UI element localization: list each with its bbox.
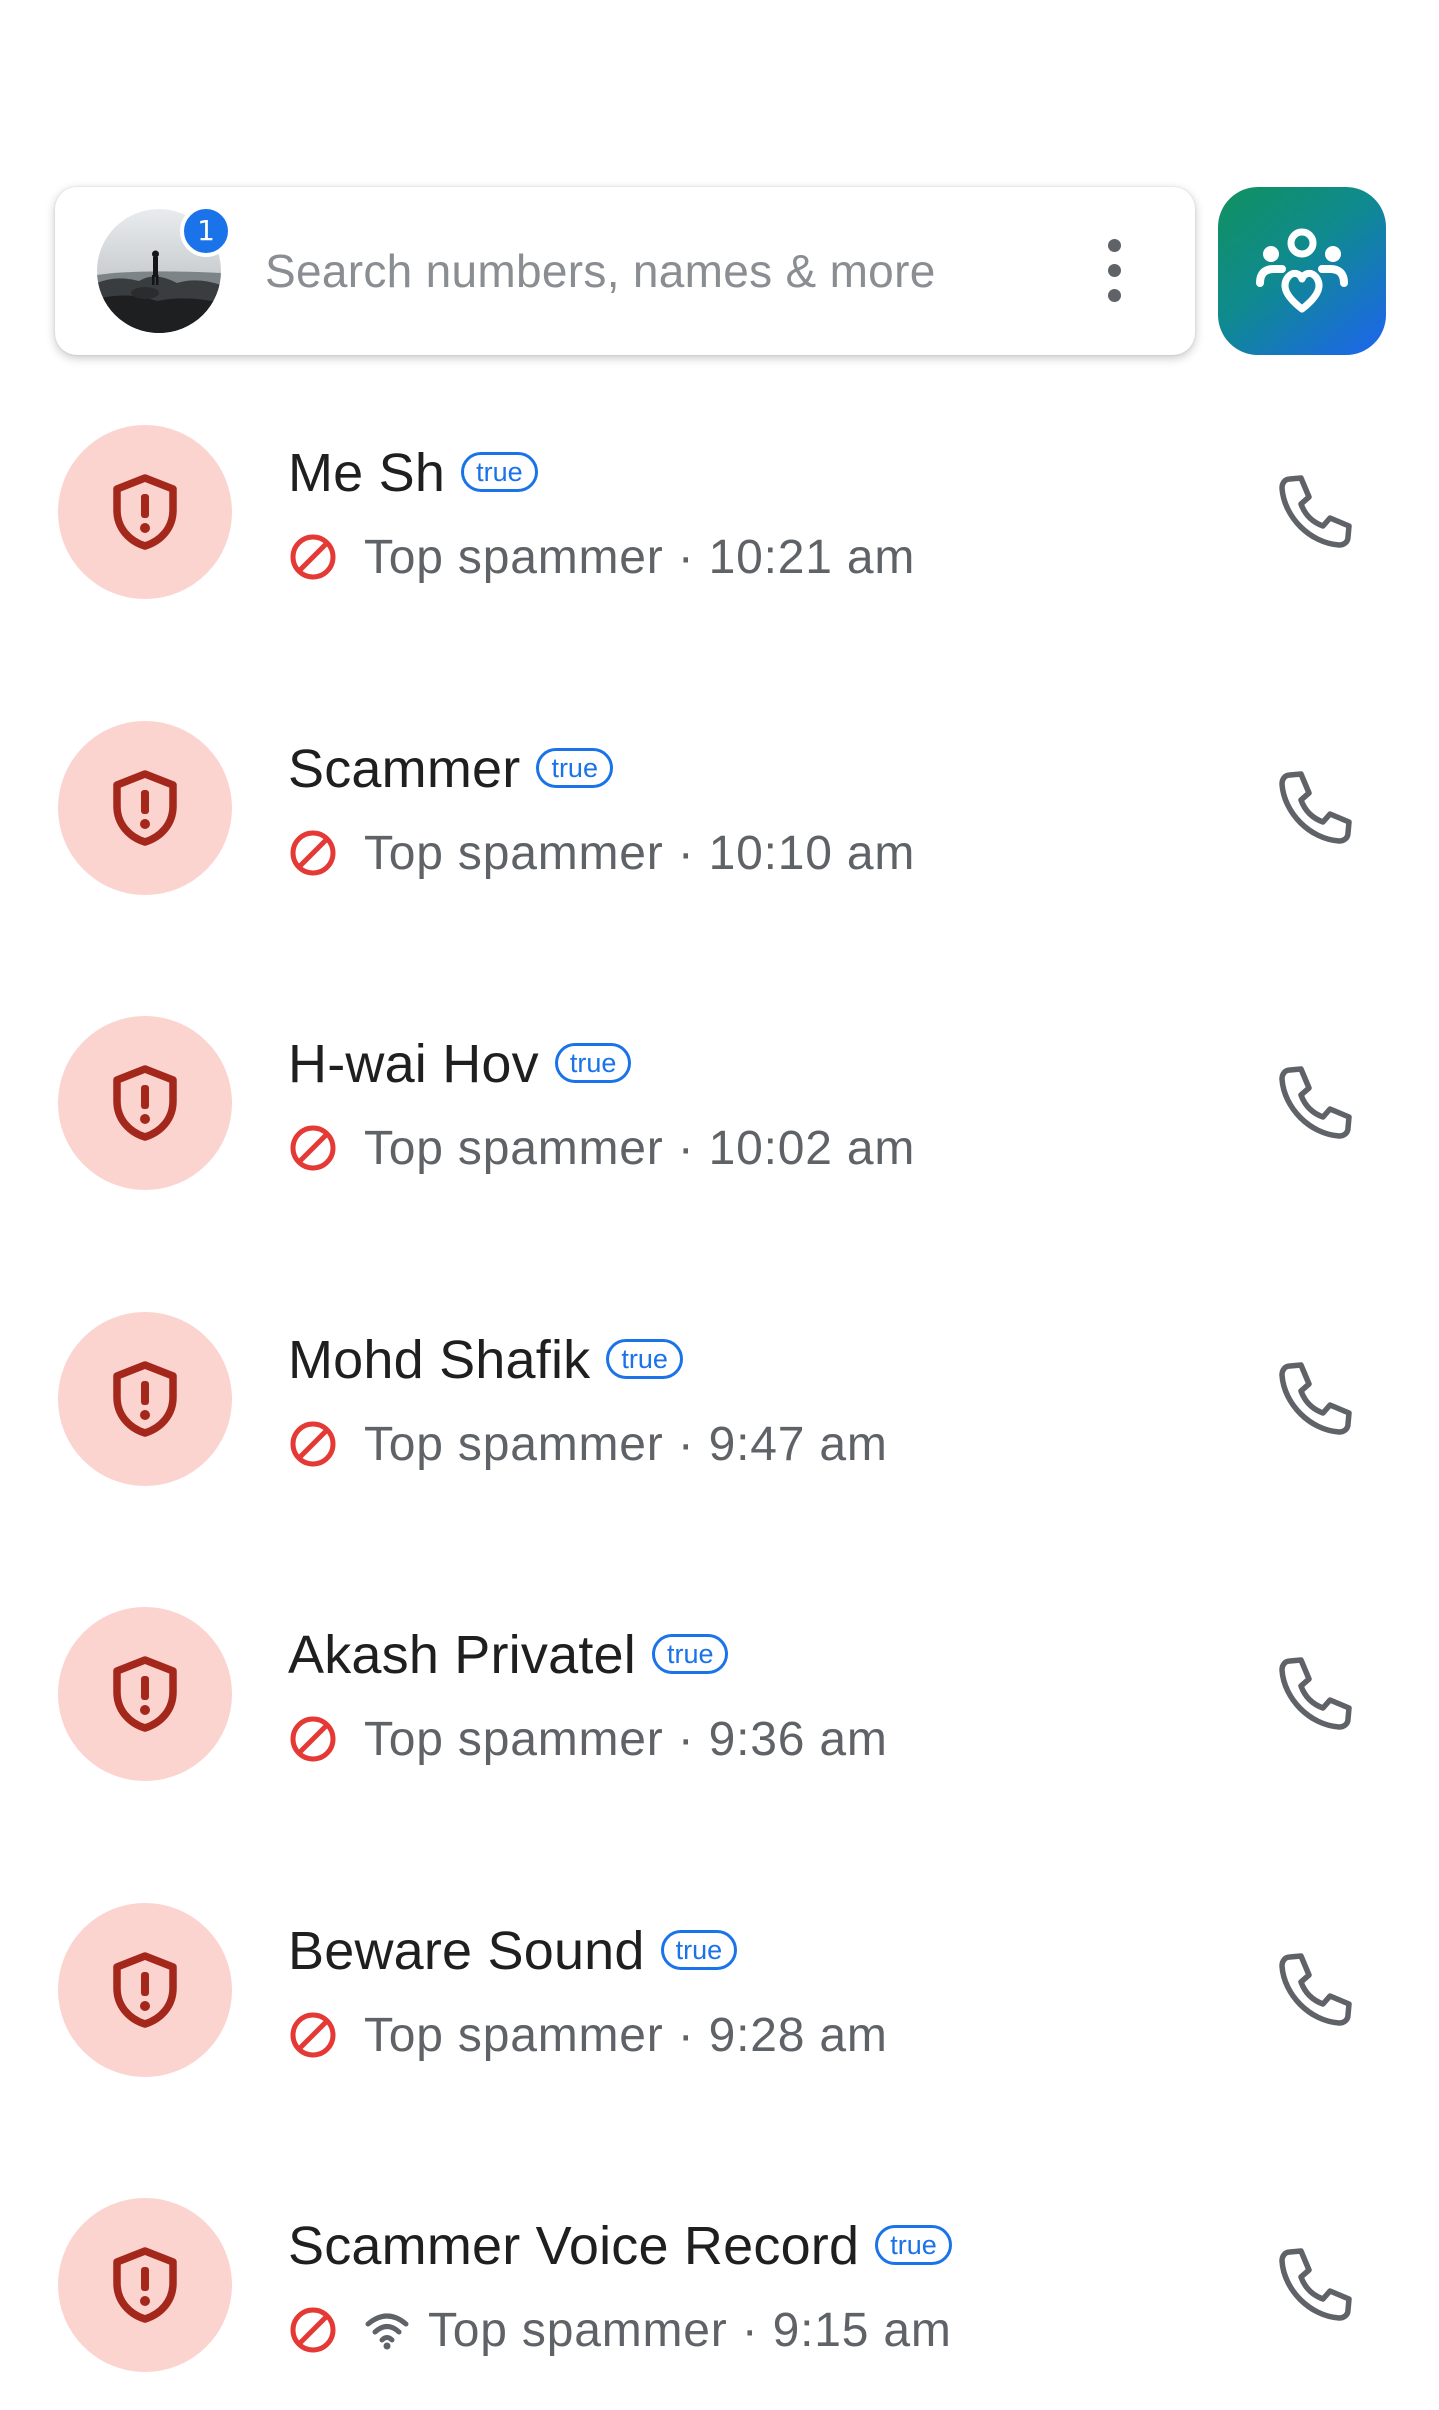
name-line: Scammer true [288,737,613,801]
spam-avatar [58,721,232,895]
true-badge: true [461,452,538,492]
call-button[interactable] [1270,1354,1360,1444]
true-badge: true [606,1339,683,1379]
caller-name: Mohd Shafik [288,1330,591,1390]
call-button[interactable] [1270,1058,1360,1148]
phone-icon [1279,1657,1352,1730]
block-icon [290,1716,336,1762]
status-line: Top spammer · 9:15 am [288,2298,952,2362]
spam-avatar [58,1903,232,2077]
spam-avatar [58,2198,232,2372]
status-line: Top spammer · 10:21 am [288,525,915,589]
call-log-screen: 1 Search numbers, names & more Me Sh tru… [0,0,1439,2410]
phone-icon [1279,475,1352,548]
call-button[interactable] [1270,763,1360,853]
true-badge: true [554,1043,632,1083]
phone-icon [1279,1066,1352,1139]
call-row[interactable]: Scammer Voice Record true Top spammer · … [0,2198,1439,2410]
call-button[interactable] [1270,467,1360,557]
spam-avatar [58,425,232,599]
call-status-text: Top spammer · 9:36 am [364,1712,888,1766]
call-row[interactable]: Scammer true Top spammer · 10:10 am [0,721,1439,1016]
name-line: Beware Sound true [288,1919,738,1983]
spam-avatar [58,1607,232,1781]
call-button[interactable] [1270,1649,1360,1739]
call-status-text: Top spammer · 9:28 am [364,2008,888,2062]
community-icon [1256,228,1348,313]
block-icon [290,534,336,580]
block-icon [290,1125,336,1171]
call-status-text: Top spammer · 9:47 am [364,1417,888,1471]
spam-avatar [58,1312,232,1486]
name-line: H-wai Hov true [288,1032,632,1096]
name-line: Akash Privatel true [288,1623,729,1687]
caller-name: Scammer Voice Record [288,2216,860,2276]
call-row[interactable]: Akash Privatel true Top spammer · 9:36 a… [0,1607,1439,1902]
call-button[interactable] [1270,2240,1360,2330]
block-icon [290,2012,336,2058]
call-status-text: Top spammer · 10:02 am [364,1121,916,1175]
shield-alert-icon [113,1361,177,1437]
true-badge: true [660,1930,738,1970]
caller-name: Akash Privatel [288,1625,636,1685]
status-line: Top spammer · 10:02 am [288,1116,915,1180]
status-line: Top spammer · 9:47 am [288,1412,888,1476]
shield-alert-icon [113,770,177,846]
caller-name: H-wai Hov [288,1034,539,1094]
notification-badge: 1 [180,205,232,257]
status-line: Top spammer · 10:10 am [288,821,915,885]
shield-alert-icon [113,1065,177,1141]
call-status-text: Top spammer · 9:15 am [428,2303,952,2357]
phone-icon [1279,771,1352,844]
name-line: Mohd Shafik true [288,1328,683,1392]
call-status-text: Top spammer · 10:10 am [364,826,916,880]
true-badge: true [536,748,613,788]
caller-name: Beware Sound [288,1921,645,1981]
status-line: Top spammer · 9:28 am [288,2003,888,2067]
call-row[interactable]: Beware Sound true Top spammer · 9:28 am [0,1903,1439,2198]
true-badge: true [875,2225,952,2265]
call-button[interactable] [1270,1945,1360,2035]
phone-icon [1279,1362,1352,1435]
name-line: Me Sh true [288,441,538,505]
caller-name: Me Sh [288,443,446,503]
block-icon [290,1421,336,1467]
name-line: Scammer Voice Record true [288,2214,952,2278]
block-icon [290,830,336,876]
more-options-icon[interactable] [1090,235,1140,307]
shield-alert-icon [113,1656,177,1732]
phone-icon [1279,2248,1352,2321]
search-placeholder[interactable]: Search numbers, names & more [265,187,936,355]
community-button[interactable] [1218,187,1386,355]
block-icon [290,2307,336,2353]
true-badge: true [651,1634,729,1674]
spam-avatar [58,1016,232,1190]
shield-alert-icon [113,474,177,550]
search-bar[interactable]: 1 Search numbers, names & more [55,187,1195,355]
call-row[interactable]: H-wai Hov true Top spammer · 10:02 am [0,1016,1439,1311]
shield-alert-icon [113,1952,177,2028]
call-row[interactable]: Me Sh true Top spammer · 10:21 am [0,425,1439,720]
call-status-text: Top spammer · 10:21 am [364,530,916,584]
status-line: Top spammer · 9:36 am [288,1707,888,1771]
call-row[interactable]: Mohd Shafik true Top spammer · 9:47 am [0,1312,1439,1607]
caller-name: Scammer [288,739,521,799]
shield-alert-icon [113,2247,177,2323]
wifi-icon [365,2313,409,2350]
phone-icon [1279,1953,1352,2026]
